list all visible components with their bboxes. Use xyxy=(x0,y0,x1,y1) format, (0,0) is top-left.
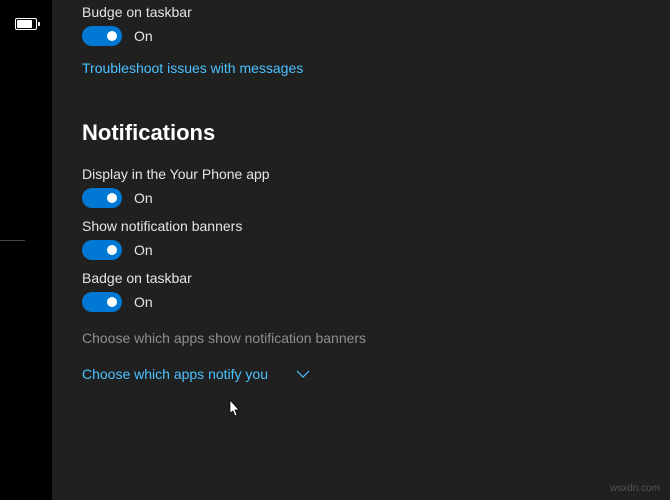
settings-content: Budge on taskbar On Troubleshoot issues … xyxy=(52,0,670,500)
battery-icon xyxy=(15,18,37,30)
toggle-state: On xyxy=(134,242,153,258)
badge-taskbar-toggle-messages[interactable] xyxy=(82,26,122,46)
toggle-state: On xyxy=(134,28,153,44)
notifications-heading: Notifications xyxy=(82,120,640,146)
toggle-state: On xyxy=(134,294,153,310)
sidebar-divider xyxy=(0,240,25,241)
sidebar xyxy=(0,0,52,500)
watermark: wsxdn.com xyxy=(610,483,660,494)
choose-apps-link[interactable]: Choose which apps notify you xyxy=(82,366,268,382)
display-in-app-toggle[interactable] xyxy=(82,188,122,208)
troubleshoot-link[interactable]: Troubleshoot issues with messages xyxy=(82,60,303,76)
toggle-state: On xyxy=(134,190,153,206)
choose-apps-description: Choose which apps show notification bann… xyxy=(82,330,640,346)
chevron-down-icon[interactable] xyxy=(296,370,310,378)
show-banners-toggle[interactable] xyxy=(82,240,122,260)
badge-taskbar-label: Badge on taskbar xyxy=(82,270,640,286)
badge-taskbar-label-truncated: Budge on taskbar xyxy=(82,4,640,20)
show-banners-label: Show notification banners xyxy=(82,218,640,234)
badge-taskbar-toggle[interactable] xyxy=(82,292,122,312)
display-in-app-label: Display in the Your Phone app xyxy=(82,166,640,182)
